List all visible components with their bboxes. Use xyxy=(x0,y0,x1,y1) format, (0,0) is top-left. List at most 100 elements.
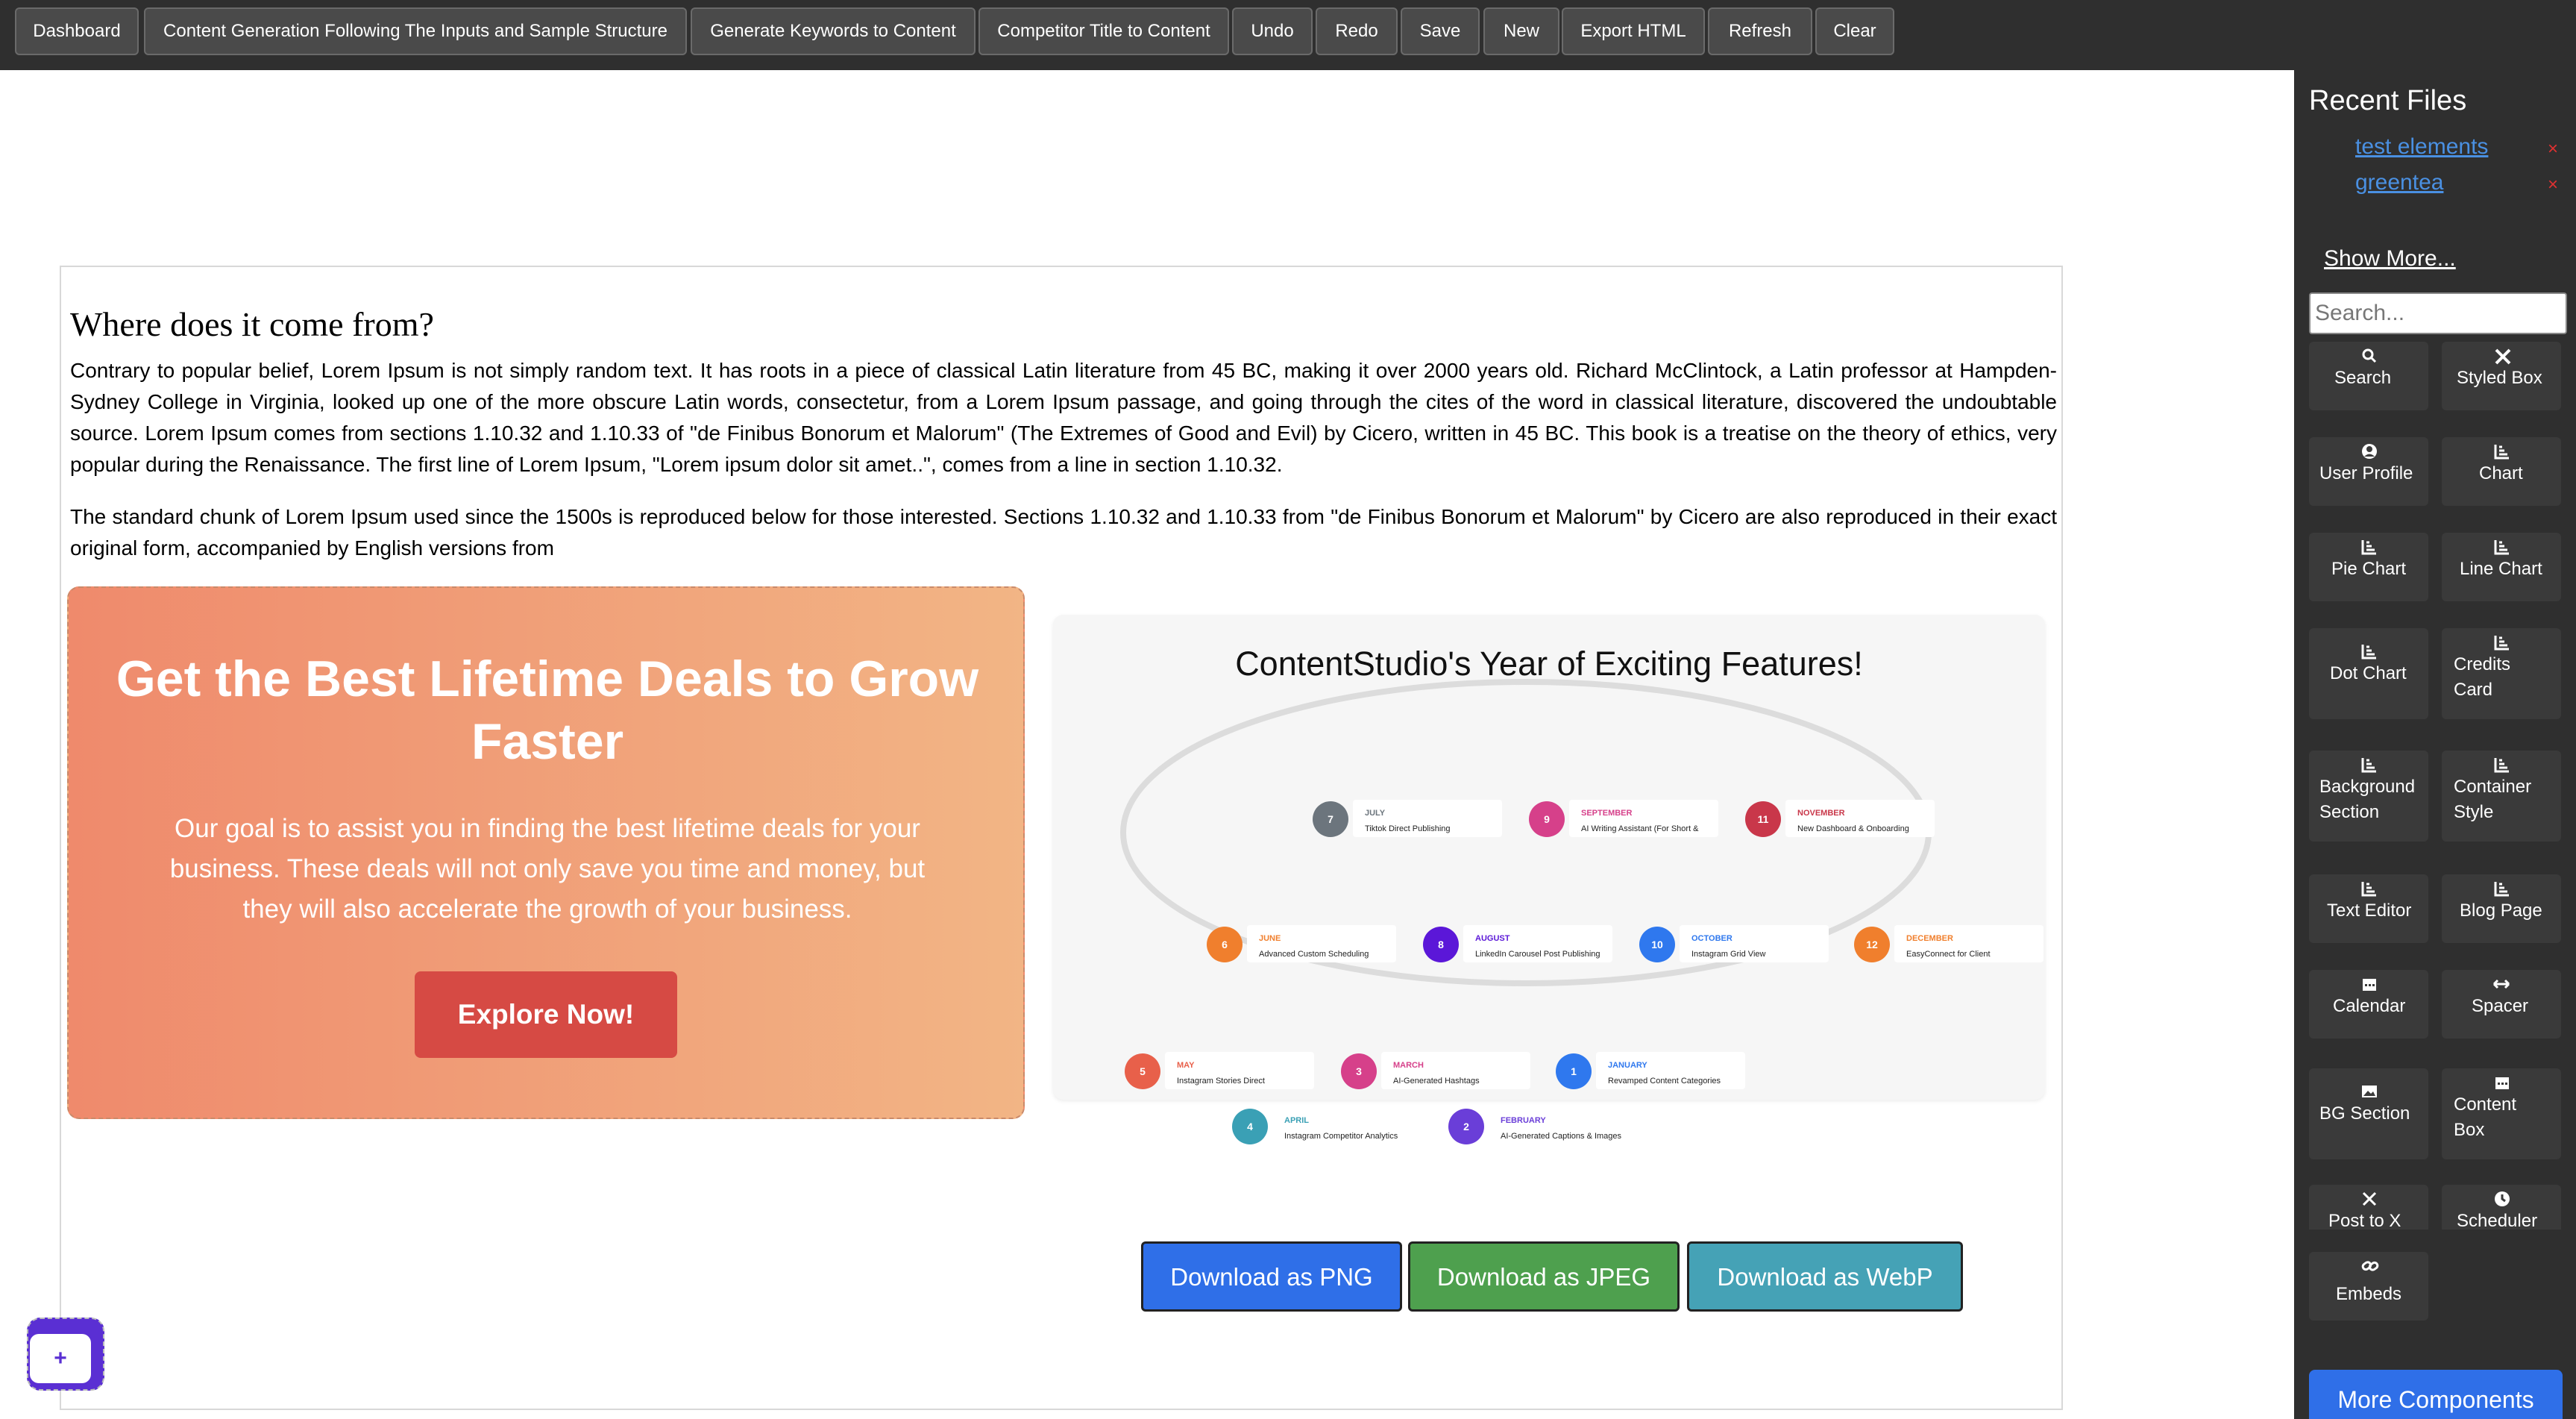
image-icon xyxy=(2361,1083,2378,1103)
timeline-event: 4 APRIL Instagram Competitor Analytics xyxy=(1232,1107,1421,1144)
component-search-input[interactable] xyxy=(2309,292,2567,334)
explore-now-button[interactable]: Explore Now! xyxy=(415,971,677,1058)
event-month: JANUARY xyxy=(1608,1061,1647,1070)
generate-keywords-button[interactable]: Generate Keywords to Content xyxy=(691,7,976,55)
component-scheduler[interactable]: Scheduler xyxy=(2442,1185,2561,1230)
promo-body: Our goal is to assist you in finding the… xyxy=(169,814,926,924)
component-row-clipped: Post to X Scheduler xyxy=(2294,1185,2576,1230)
event-month: AUGUST xyxy=(1475,934,1510,943)
content-generation-button[interactable]: Content Generation Following The Inputs … xyxy=(144,7,687,55)
component-label: Credits Card xyxy=(2454,654,2511,700)
show-more-link[interactable]: Show More... xyxy=(2324,246,2456,272)
timeline-event: 11 NOVEMBER New Dashboard & Onboarding xyxy=(1745,800,1935,837)
component-styled-box[interactable]: Styled Box xyxy=(2442,342,2561,410)
timeline-event: 1 JANUARY Revamped Content Categories xyxy=(1556,1052,1745,1089)
component-chart[interactable]: Chart xyxy=(2442,437,2561,506)
event-number: 7 xyxy=(1328,813,1333,825)
event-number: 3 xyxy=(1356,1065,1362,1077)
event-month: MARCH xyxy=(1393,1061,1424,1070)
component-dot-chart[interactable]: Dot Chart xyxy=(2309,628,2428,719)
component-calendar[interactable]: Calendar xyxy=(2309,970,2428,1039)
component-text-editor[interactable]: Text Editor xyxy=(2309,874,2428,943)
export-html-button[interactable]: Export HTML xyxy=(1562,7,1705,55)
calendar-icon xyxy=(2494,1074,2510,1094)
recent-file-link[interactable]: test elements xyxy=(2355,134,2488,160)
recent-file-link[interactable]: greentea xyxy=(2355,170,2443,195)
component-container-style[interactable]: Container Style xyxy=(2442,751,2561,842)
component-credits-card[interactable]: Credits Card xyxy=(2442,628,2561,719)
calendar-icon xyxy=(2361,976,2378,996)
content-paragraph: Contrary to popular belief, Lorem Ipsum … xyxy=(70,359,2057,476)
component-label: Post to X xyxy=(2328,1211,2401,1230)
component-pie-chart[interactable]: Pie Chart xyxy=(2309,533,2428,601)
refresh-button[interactable]: Refresh xyxy=(1708,7,1812,55)
component-label: Styled Box xyxy=(2457,368,2542,388)
save-button[interactable]: Save xyxy=(1401,7,1480,55)
top-toolbar: Dashboard Content Generation Following T… xyxy=(0,0,2576,70)
clear-button[interactable]: Clear xyxy=(1815,7,1894,55)
event-number: 12 xyxy=(1866,939,1878,950)
redo-button[interactable]: Redo xyxy=(1316,7,1398,55)
timeline-event: 2 FEBRUARY AI-Generated Captions & Images xyxy=(1448,1107,1638,1144)
chart-icon xyxy=(2494,880,2510,900)
component-label: Dot Chart xyxy=(2330,663,2407,683)
event-number: 8 xyxy=(1438,939,1444,950)
event-feature: EasyConnect for Client xyxy=(1906,950,1991,959)
x-icon xyxy=(2361,1191,2378,1211)
event-number: 11 xyxy=(1758,813,1769,825)
event-number: 1 xyxy=(1571,1065,1577,1077)
new-button[interactable]: New xyxy=(1483,7,1559,55)
event-number: 6 xyxy=(1222,939,1228,950)
component-label: Blog Page xyxy=(2460,900,2542,921)
more-components-button[interactable]: More Components xyxy=(2309,1370,2563,1419)
editor-canvas: Where does it come from? Contrary to pop… xyxy=(60,266,2063,1410)
timeline-graphic: 7 JULY Tiktok Direct Publishing 9 SEPTEMBER A… xyxy=(1120,679,2043,1144)
event-number: 2 xyxy=(1463,1121,1469,1133)
floating-add-button[interactable]: + xyxy=(27,1318,104,1391)
event-month: DECEMBER xyxy=(1906,934,1953,943)
chart-icon xyxy=(2361,539,2378,559)
timeline-event: 5 MAY Instagram Stories Direct xyxy=(1125,1052,1314,1089)
event-month: NOVEMBER xyxy=(1797,809,1845,818)
component-bg-section[interactable]: BG Section xyxy=(2309,1068,2428,1159)
event-feature: Instagram Grid View xyxy=(1691,950,1766,959)
content-heading: Where does it come from? xyxy=(70,305,434,343)
timeline-event: 6 JUNE Advanced Custom Scheduling xyxy=(1207,925,1396,962)
component-label: Background Section xyxy=(2319,777,2416,822)
component-post-to-x[interactable]: Post to X xyxy=(2309,1185,2428,1230)
download-jpeg-button[interactable]: Download as JPEG xyxy=(1408,1241,1680,1312)
component-blog-page[interactable]: Blog Page xyxy=(2442,874,2561,943)
component-label: Scheduler xyxy=(2457,1211,2538,1230)
timeline-event: 9 SEPTEMBER AI Writing Assistant (For Shor… xyxy=(1529,800,1718,837)
remove-file-icon[interactable]: × xyxy=(2548,139,2558,160)
event-feature: AI-Generated Captions & Images xyxy=(1501,1132,1622,1141)
component-label: Chart xyxy=(2479,463,2523,483)
component-content-box[interactable]: Content Box xyxy=(2442,1068,2561,1159)
component-label: Pie Chart xyxy=(2331,559,2407,579)
chart-icon xyxy=(2494,634,2510,654)
component-label: User Profile xyxy=(2319,463,2413,483)
component-search[interactable]: Search xyxy=(2309,342,2428,410)
download-webp-button[interactable]: Download as WebP xyxy=(1687,1241,1963,1312)
component-embeds[interactable]: Embeds xyxy=(2309,1252,2428,1321)
event-number: 4 xyxy=(1247,1121,1253,1133)
remove-file-icon[interactable]: × xyxy=(2548,175,2558,195)
component-background-section[interactable]: Background Section xyxy=(2309,751,2428,842)
promo-styled-box[interactable]: Get the Best Lifetime Deals to Grow Fast… xyxy=(67,586,1025,1119)
download-png-button[interactable]: Download as PNG xyxy=(1141,1241,1402,1312)
component-label: Calendar xyxy=(2333,996,2406,1016)
component-user-profile[interactable]: User Profile xyxy=(2309,437,2428,506)
chart-icon xyxy=(2361,880,2378,900)
event-month: JUNE xyxy=(1259,934,1281,943)
event-month: FEBRUARY xyxy=(1501,1116,1546,1125)
event-feature: Revamped Content Categories xyxy=(1608,1077,1721,1086)
competitor-title-button[interactable]: Competitor Title to Content xyxy=(978,7,1229,55)
event-feature: Advanced Custom Scheduling xyxy=(1259,950,1369,959)
component-spacer[interactable]: Spacer xyxy=(2442,970,2561,1039)
timeline-event: 7 JULY Tiktok Direct Publishing xyxy=(1313,800,1502,837)
undo-button[interactable]: Undo xyxy=(1232,7,1313,55)
timeline-card: ContentStudio's Year of Exciting Feature… xyxy=(1053,615,2045,1144)
dashboard-button[interactable]: Dashboard xyxy=(15,7,139,55)
component-label: Text Editor xyxy=(2327,900,2412,921)
component-line-chart[interactable]: Line Chart xyxy=(2442,533,2561,601)
